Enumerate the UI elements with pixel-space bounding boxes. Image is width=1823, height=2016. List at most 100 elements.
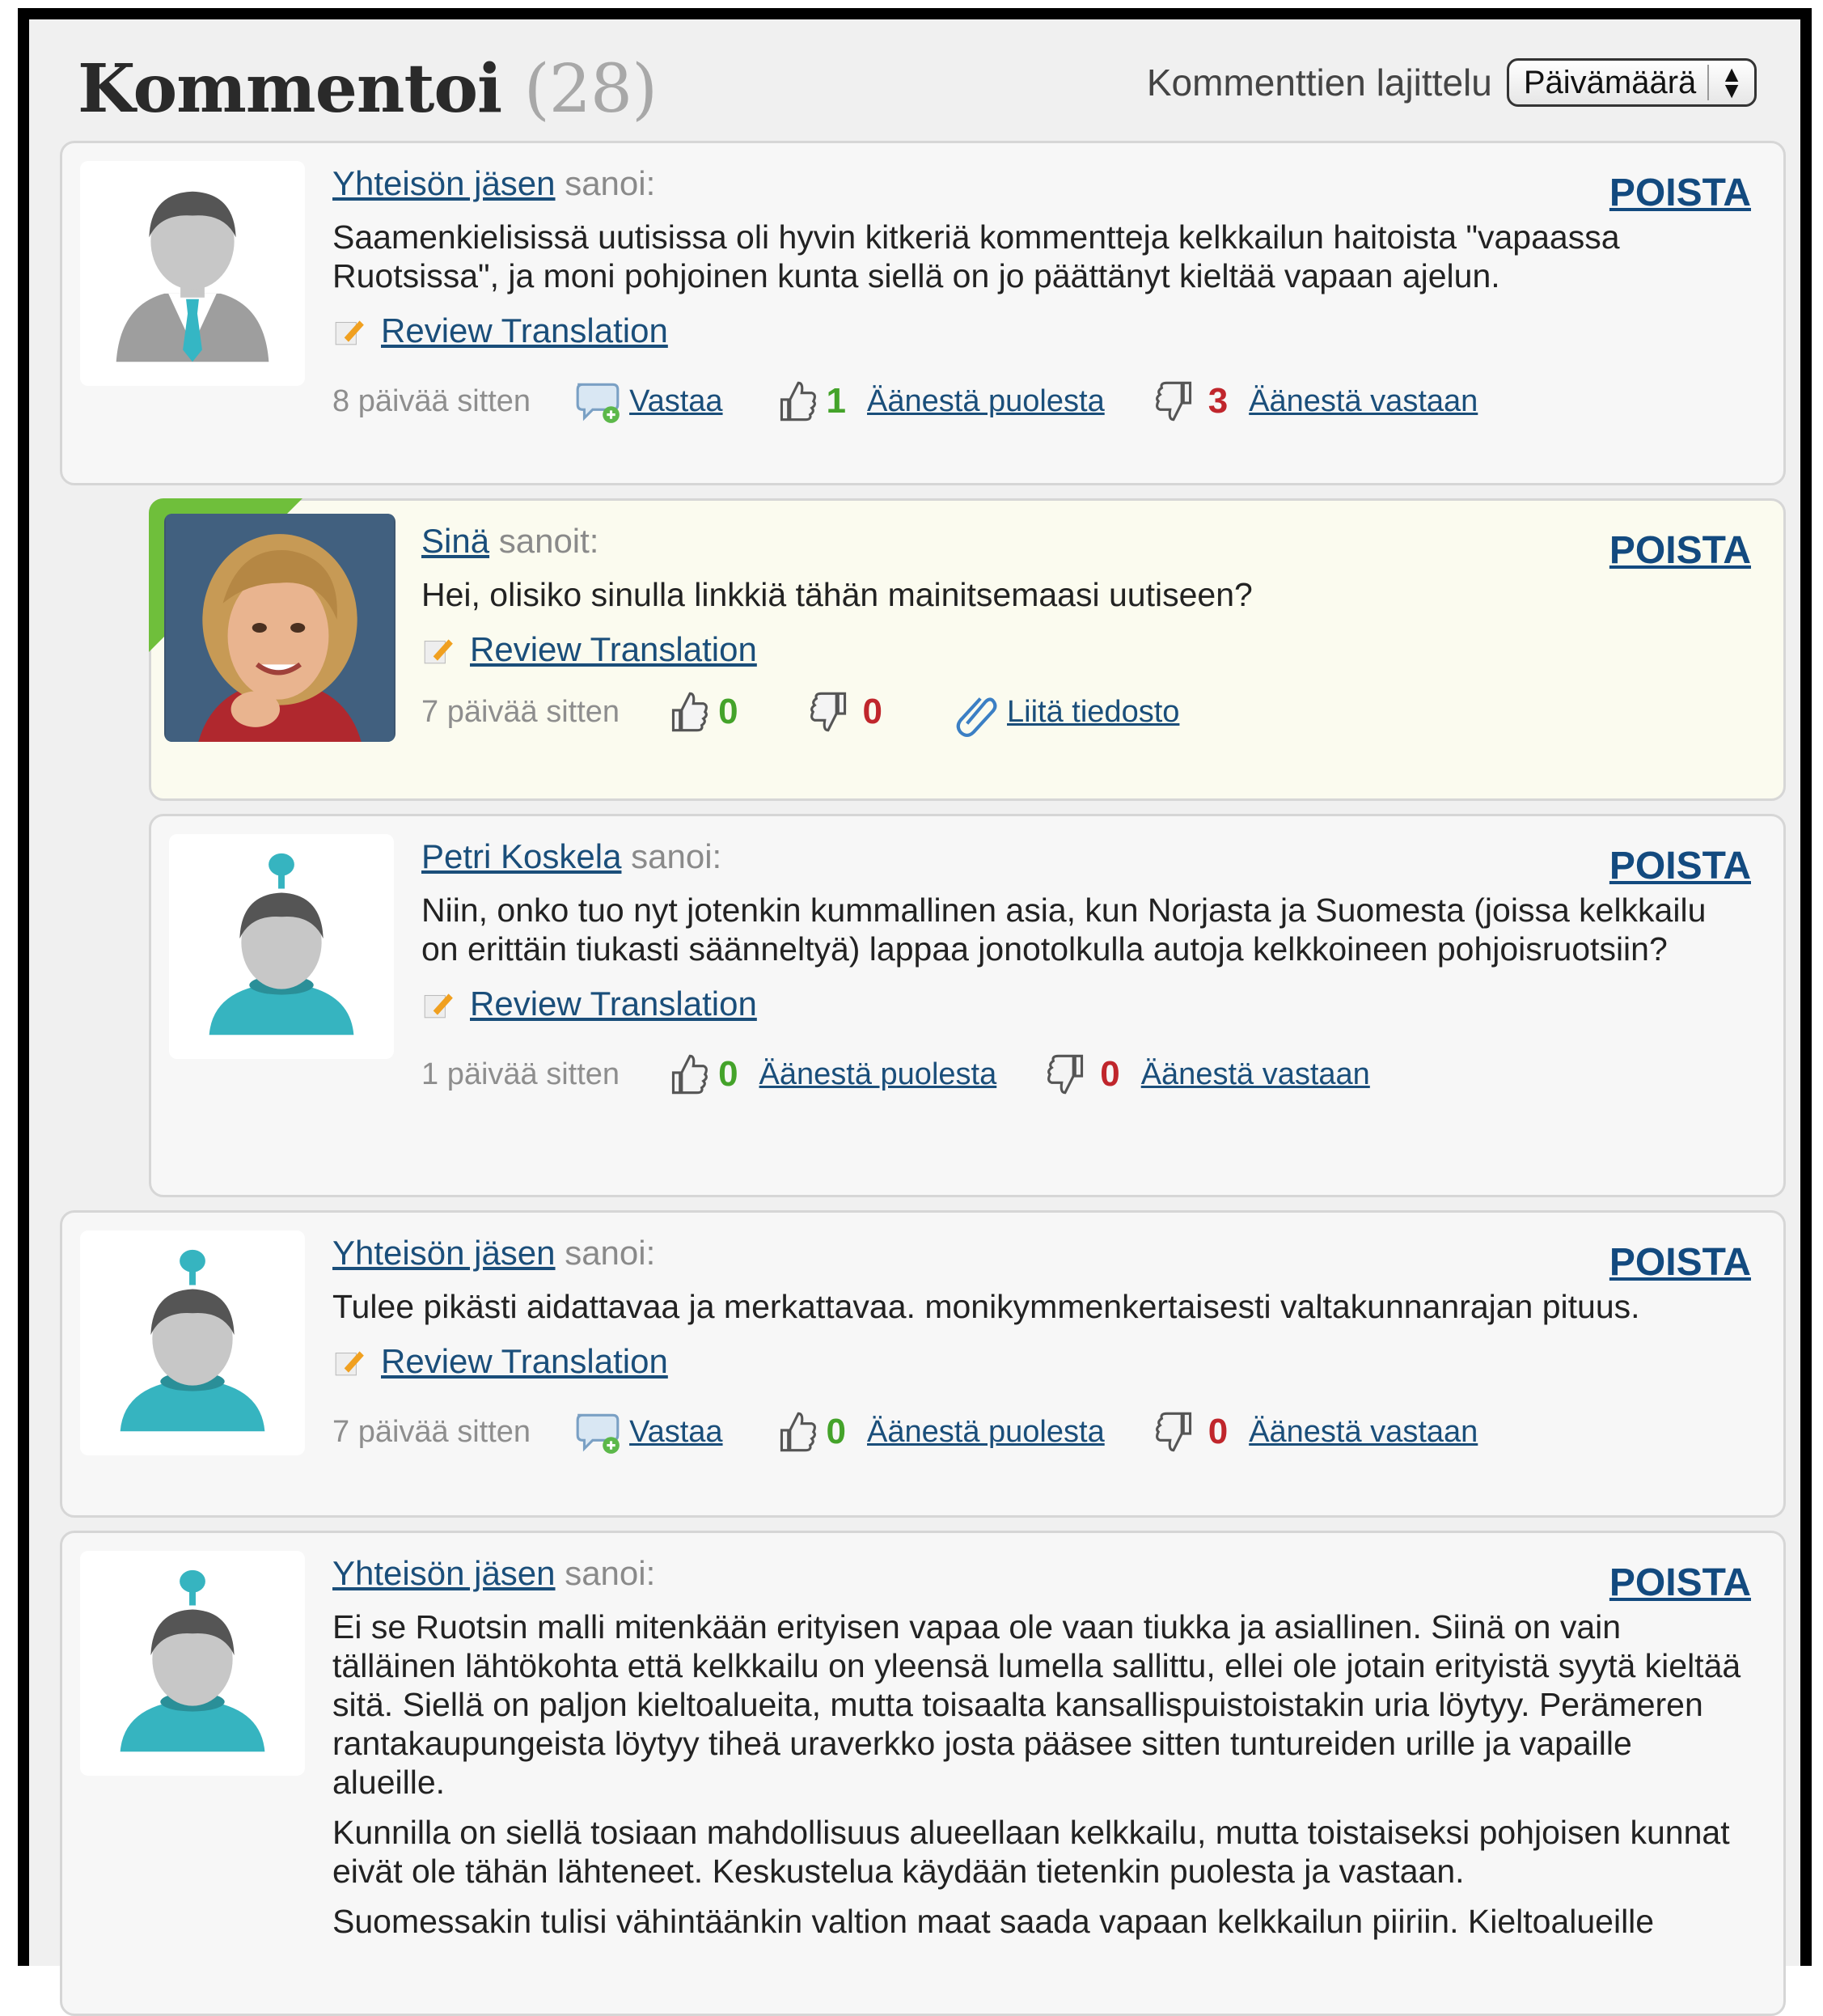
sort-select[interactable]: Päivämäärä ▲ ▼ xyxy=(1506,58,1757,107)
thumbs-up-icon[interactable] xyxy=(770,376,820,426)
timestamp: 7 päivää sitten xyxy=(421,694,620,729)
sort-selected-value: Päivämäärä xyxy=(1523,64,1697,100)
vote-down: 0 Äänestä vastaan xyxy=(1152,1407,1478,1457)
comment-text: Hei, olisiko sinulla linkkiä tähän maini… xyxy=(421,575,1751,614)
default-user-avatar-icon xyxy=(209,853,354,1036)
author-link[interactable]: Yhteisön jäsen xyxy=(332,1554,556,1592)
vote-down: 0 Äänestä vastaan xyxy=(1043,1049,1370,1099)
avatar-photo xyxy=(164,514,395,742)
downvote-link[interactable]: Äänestä vastaan xyxy=(1141,1057,1370,1092)
author-link[interactable]: Petri Koskela xyxy=(421,837,621,875)
thumbs-up-icon[interactable] xyxy=(662,1049,712,1099)
downvote-count: 0 xyxy=(1208,1412,1229,1451)
comment-paragraph: Niin, onko tuo nyt jotenkin kummallinen … xyxy=(421,892,1707,968)
comment-paragraph: Ei se Ruotsin malli mitenkään erityisen … xyxy=(332,1608,1741,1801)
reply-link[interactable]: Vastaa xyxy=(629,1415,722,1450)
reply-link[interactable]: Vastaa xyxy=(629,384,722,419)
timestamp: 8 päivää sitten xyxy=(332,383,531,418)
said-label: sanoi: xyxy=(565,1554,656,1592)
comment-card: Yhteisön jäsen sanoi: POISTA Saamenkieli… xyxy=(60,141,1786,485)
comment-body: Petri Koskela sanoi: POISTA Niin, onko t… xyxy=(421,837,1751,1099)
comment-body: Yhteisön jäsen sanoi: POISTA Saamenkieli… xyxy=(332,164,1751,426)
vote-down: 3 Äänestä vastaan xyxy=(1152,376,1478,426)
delete-button[interactable]: POISTA xyxy=(1609,844,1751,888)
author-link[interactable]: Yhteisön jäsen xyxy=(332,1234,556,1272)
reply-action: Vastaa xyxy=(573,1407,723,1457)
thumbs-down-icon[interactable] xyxy=(806,687,857,737)
author-link[interactable]: Yhteisön jäsen xyxy=(332,164,556,202)
delete-button[interactable]: POISTA xyxy=(1609,171,1751,215)
comment-meta: 7 päivää sitten 0 0 Liitä tiedosto xyxy=(421,687,1751,737)
pencil-note-icon xyxy=(335,320,364,345)
said-label: sanoit: xyxy=(498,522,599,560)
upvote-count: 1 xyxy=(826,381,847,421)
downvote-link[interactable]: Äänestä vastaan xyxy=(1249,1415,1478,1450)
comment-body: Yhteisön jäsen sanoi: POISTA Ei se Ruots… xyxy=(332,1554,1751,1952)
review-translation: Review Translation xyxy=(421,985,1751,1023)
comment-text: Niin, onko tuo nyt jotenkin kummallinen … xyxy=(421,891,1751,968)
comments-header: Kommentoi (28) Kommenttien lajittelu Päi… xyxy=(78,44,1768,133)
attach-file-link[interactable]: Liitä tiedosto xyxy=(1007,695,1179,730)
reply-bubble-icon xyxy=(576,383,620,423)
comment-meta: 1 päivää sitten 0 Äänestä puolesta 0 Ään… xyxy=(421,1049,1751,1099)
thumbs-down-icon[interactable] xyxy=(1152,376,1202,426)
thumbs-down-icon[interactable] xyxy=(1152,1407,1202,1457)
comment-body: Yhteisön jäsen sanoi: POISTA Tulee pikäs… xyxy=(332,1234,1751,1457)
thumbs-down-icon[interactable] xyxy=(1043,1049,1093,1099)
review-translation: Review Translation xyxy=(332,311,1751,350)
paperclip-icon xyxy=(956,697,997,737)
comment-text: Saamenkielisissä uutisissa oli hyvin kit… xyxy=(332,218,1751,295)
comment-meta: 7 päivää sitten Vastaa 0 Äänestä puolest… xyxy=(332,1407,1751,1457)
upvote-link[interactable]: Äänestä puolesta xyxy=(867,384,1105,419)
reply-action: Vastaa xyxy=(573,376,723,426)
author-link[interactable]: Sinä xyxy=(421,522,489,560)
upvote-link[interactable]: Äänestä puolesta xyxy=(867,1415,1105,1450)
upvote-link[interactable]: Äänestä puolesta xyxy=(759,1057,997,1092)
review-translation-link[interactable]: Review Translation xyxy=(470,985,757,1023)
sort-label: Kommenttien lajittelu xyxy=(1146,61,1492,104)
delete-button[interactable]: POISTA xyxy=(1609,1561,1751,1605)
vote-up: 0 Äänestä puolesta xyxy=(662,1049,996,1099)
comment-head: Yhteisön jäsen sanoi: xyxy=(332,1554,1751,1603)
delete-button[interactable]: POISTA xyxy=(1609,1240,1751,1285)
avatar xyxy=(80,1230,305,1455)
comment-card-own: Sinä sanoit: POISTA Hei, olisiko sinulla… xyxy=(149,498,1786,801)
said-label: sanoi: xyxy=(565,164,656,202)
comment-head: Sinä sanoit: xyxy=(421,522,1751,570)
comment-count: (28) xyxy=(523,51,658,128)
comment-card: Yhteisön jäsen sanoi: POISTA Ei se Ruots… xyxy=(60,1531,1786,2016)
comment-head: Yhteisön jäsen sanoi: xyxy=(332,164,1751,213)
select-divider xyxy=(1707,65,1710,100)
review-translation: Review Translation xyxy=(332,1342,1751,1381)
comment-card: Yhteisön jäsen sanoi: POISTA Tulee pikäs… xyxy=(60,1210,1786,1518)
thumbs-up-icon[interactable] xyxy=(770,1407,820,1457)
thumbs-up-icon[interactable] xyxy=(662,687,712,737)
comment-paragraph: Suomessakin tulisi vähintäänkin valtion … xyxy=(332,1903,1655,1940)
title-text: Kommentoi xyxy=(78,50,502,128)
comment-paragraph: Hei, olisiko sinulla linkkiä tähän maini… xyxy=(421,576,1253,613)
said-label: sanoi: xyxy=(631,837,722,875)
comment-head: Petri Koskela sanoi: xyxy=(421,837,1751,886)
downvote-count: 0 xyxy=(1100,1054,1120,1094)
delete-button[interactable]: POISTA xyxy=(1609,528,1751,573)
timestamp: 7 päivää sitten xyxy=(332,1414,531,1449)
review-translation-link[interactable]: Review Translation xyxy=(470,630,757,669)
downvote-link[interactable]: Äänestä vastaan xyxy=(1249,384,1478,419)
review-translation-link[interactable]: Review Translation xyxy=(381,311,668,350)
upvote-count: 0 xyxy=(718,1054,738,1094)
upvote-count: 0 xyxy=(826,1412,847,1451)
attach-file: Liitä tiedosto xyxy=(950,687,1179,737)
comment-text: Tulee pikästi aidattavaa ja merkattavaa.… xyxy=(332,1287,1751,1326)
vote-up: 1 Äänestä puolesta xyxy=(770,376,1105,426)
page-title: Kommentoi (28) xyxy=(78,50,658,128)
vote-up: 0 Äänestä puolesta xyxy=(770,1407,1105,1457)
vote-down: 0 xyxy=(806,687,903,737)
review-translation: Review Translation xyxy=(421,630,1751,669)
comments-panel: Kommentoi (28) Kommenttien lajittelu Päi… xyxy=(18,8,1812,2016)
downvote-count: 3 xyxy=(1208,381,1229,421)
pencil-note-icon xyxy=(424,639,453,664)
default-user-avatar-icon xyxy=(120,1569,265,1752)
comment-head: Yhteisön jäsen sanoi: xyxy=(332,1234,1751,1282)
review-translation-link[interactable]: Review Translation xyxy=(381,1342,668,1381)
downvote-count: 0 xyxy=(862,692,883,731)
